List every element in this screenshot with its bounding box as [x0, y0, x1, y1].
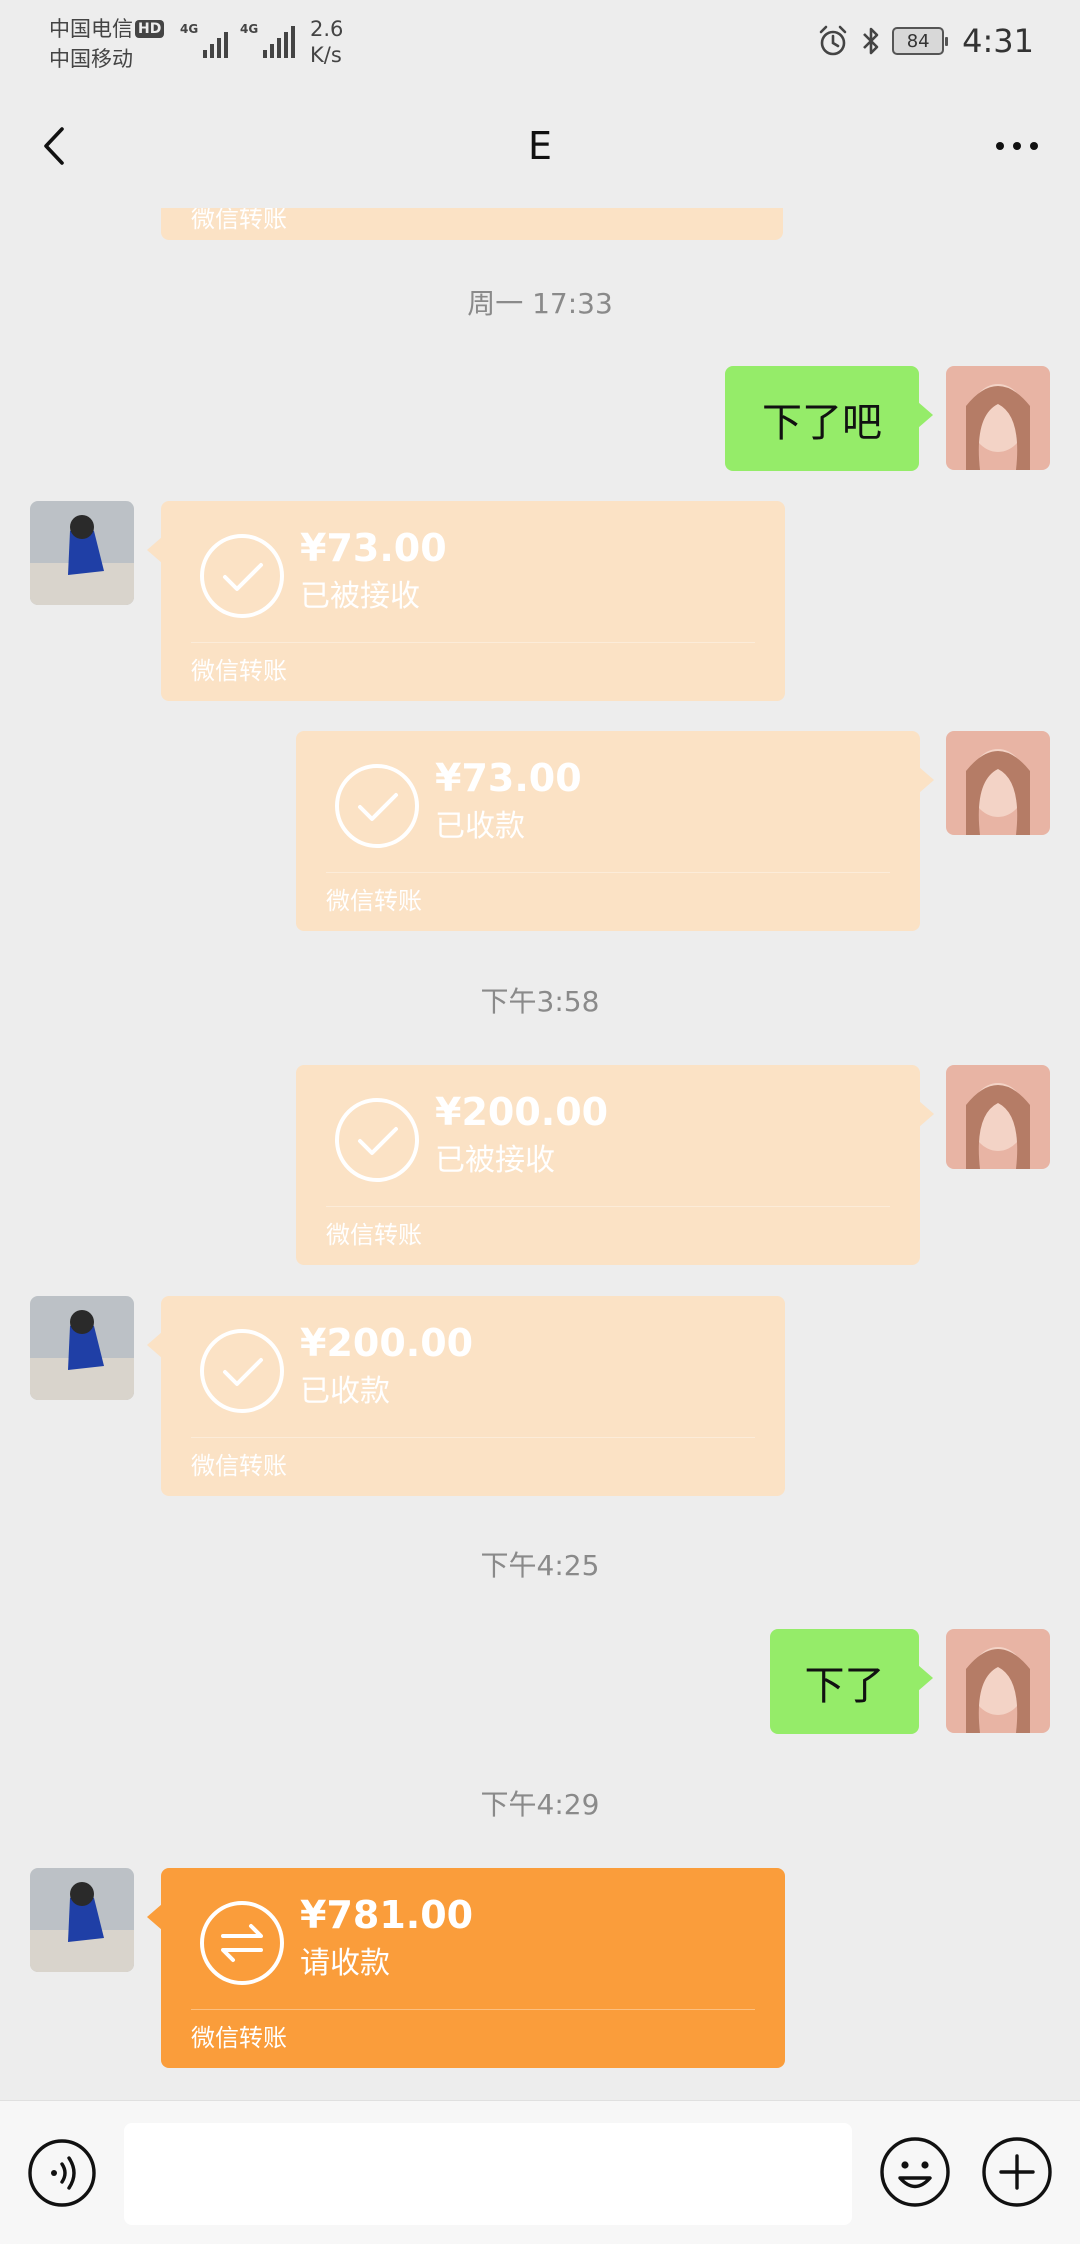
emoji-icon	[880, 2137, 950, 2207]
check-circle-icon	[200, 534, 284, 618]
friend-avatar[interactable]	[30, 501, 134, 605]
transfer-footer: 微信转账	[326, 1221, 422, 1249]
carrier-info: 中国电信 HD 中国移动	[49, 14, 165, 74]
battery-icon: 84	[892, 27, 949, 55]
check-circle-icon	[335, 1098, 419, 1182]
signal-strength-icon-2: 4G	[240, 22, 296, 58]
transfer-footer: 微信转账	[191, 1452, 287, 1480]
transfer-amount: ¥200.00	[300, 1321, 474, 1365]
transfer-amount: ¥200.00	[435, 1090, 609, 1134]
transfer-footer: 微信转账	[191, 2024, 287, 2052]
transfer-status: 已收款	[300, 1374, 390, 1409]
transfer-card-partial[interactable]: 微信转账	[161, 208, 783, 240]
signal-2-label: 4G	[240, 22, 259, 36]
message-text: 下了吧	[762, 399, 882, 446]
timestamp: 下午4:29	[480, 1788, 600, 1821]
friend-avatar[interactable]	[30, 1868, 134, 1972]
battery-level: 84	[906, 30, 930, 52]
bluetooth-icon	[863, 27, 879, 55]
voice-button[interactable]	[26, 2137, 98, 2209]
carrier-2: 中国移动	[49, 47, 133, 71]
divider	[326, 1206, 890, 1207]
transfer-amount: ¥73.00	[435, 756, 582, 800]
status-bar: 中国电信 HD 中国移动 4G 4G 2.6 K/s 84 4:31	[0, 0, 1080, 82]
nav-bar: E	[0, 82, 1080, 210]
transfer-status: 请收款	[300, 1946, 390, 1981]
plus-icon	[982, 2137, 1052, 2207]
network-speed-unit: K/s	[310, 43, 342, 67]
transfer-status: 已被接收	[300, 579, 420, 614]
transfer-amount: ¥781.00	[300, 1893, 474, 1937]
message-text: 下了	[804, 1662, 885, 1709]
voice-icon	[28, 2139, 96, 2207]
alarm-icon	[819, 25, 847, 56]
signal-strength-icon: 4G	[180, 22, 229, 58]
transfer-amount: ¥73.00	[300, 526, 447, 570]
my-avatar[interactable]	[946, 731, 1050, 835]
network-speed-value: 2.6	[310, 17, 344, 41]
timestamp: 周一 17:33	[467, 287, 613, 320]
transfer-card-pending[interactable]: ¥781.00 请收款 微信转账	[147, 1868, 785, 2068]
my-avatar[interactable]	[946, 366, 1050, 470]
more-functions-button[interactable]	[980, 2135, 1054, 2209]
message-input[interactable]	[124, 2123, 852, 2225]
check-circle-icon	[200, 1329, 284, 1413]
chat-area[interactable]: 微信转账 周一 17:33 下了吧 ¥73.00 已被接收 微信转账 ¥73.0…	[0, 208, 1080, 2100]
transfer-card[interactable]: ¥73.00 已被接收 微信转账	[147, 501, 785, 701]
more-button[interactable]	[982, 116, 1052, 176]
emoji-button[interactable]	[878, 2135, 952, 2209]
transfer-status: 已被接收	[435, 1143, 555, 1178]
divider	[326, 872, 890, 873]
chat-title: E	[527, 124, 552, 168]
my-avatar[interactable]	[946, 1629, 1050, 1733]
message-bubble-sent[interactable]: 下了	[770, 1629, 933, 1734]
divider	[191, 2009, 755, 2010]
divider	[191, 642, 755, 643]
check-circle-icon	[335, 764, 419, 848]
status-time: 4:31	[962, 22, 1034, 60]
transfer-footer: 微信转账	[191, 208, 287, 233]
transfer-footer: 微信转账	[326, 887, 422, 915]
divider	[191, 1437, 755, 1438]
friend-avatar[interactable]	[30, 1296, 134, 1400]
signal-1-label: 4G	[180, 22, 199, 36]
network-speed: 2.6 K/s	[310, 16, 343, 68]
hd-badge: HD	[135, 20, 165, 38]
transfer-card[interactable]: ¥200.00 已收款 微信转账	[147, 1296, 785, 1496]
input-bar	[0, 2100, 1080, 2244]
timestamp: 下午3:58	[480, 985, 600, 1018]
timestamp: 下午4:25	[480, 1549, 600, 1582]
transfer-status: 已收款	[435, 809, 525, 844]
transfer-footer: 微信转账	[191, 657, 287, 685]
message-bubble-sent[interactable]: 下了吧	[725, 366, 933, 471]
my-avatar[interactable]	[946, 1065, 1050, 1169]
carrier-1: 中国电信	[49, 17, 133, 41]
transfer-arrows-icon	[200, 1901, 284, 1985]
transfer-card[interactable]: ¥73.00 已收款 微信转账	[296, 731, 934, 931]
more-icon	[996, 142, 1004, 150]
transfer-card[interactable]: ¥200.00 已被接收 微信转账	[296, 1065, 934, 1265]
